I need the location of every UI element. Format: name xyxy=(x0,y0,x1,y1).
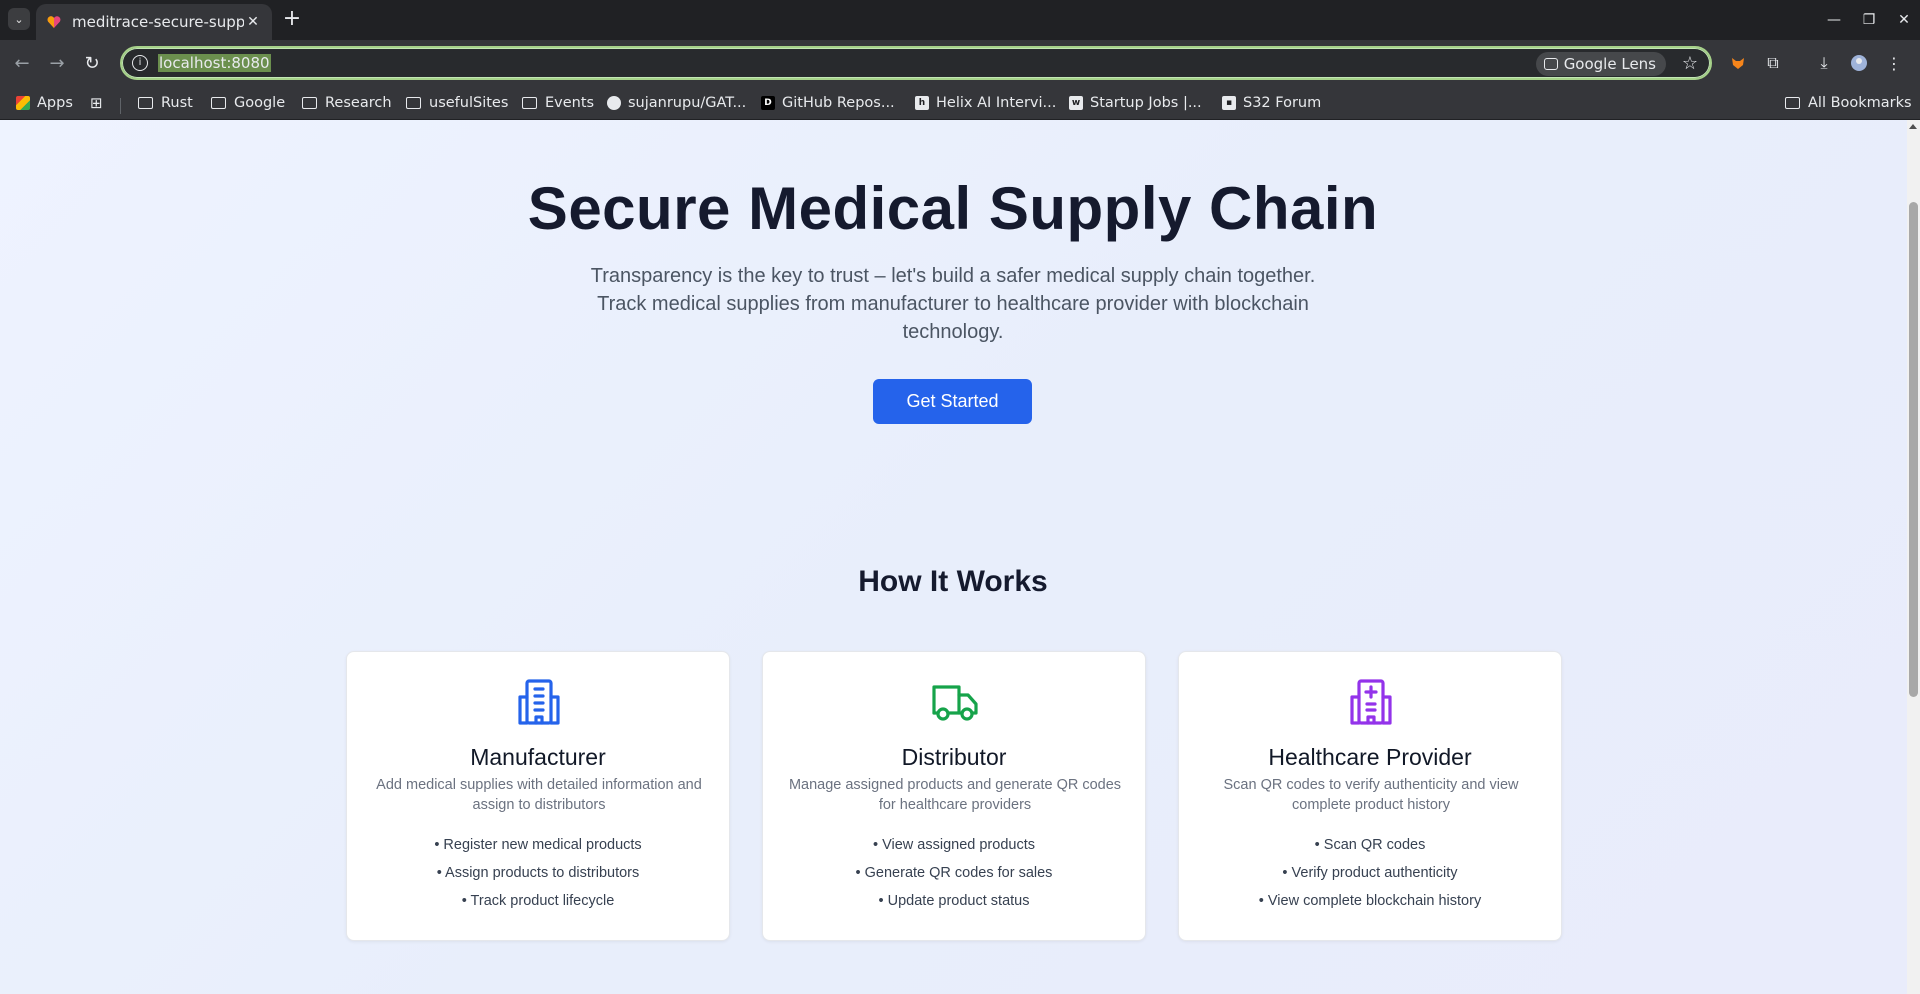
truck-icon xyxy=(932,685,978,721)
bookmark-github-repos[interactable]: D GitHub Repos... xyxy=(761,92,895,114)
bookmark-s32-forum[interactable]: ▪ S32 Forum xyxy=(1222,92,1321,114)
bookmarks-bar: Apps ⊞ Rust Google Research usefulSites … xyxy=(0,86,1920,120)
github-icon xyxy=(607,96,621,110)
list-item: • Verify product authenticity xyxy=(1282,865,1458,881)
tab-search-button[interactable]: ⌄ xyxy=(8,8,30,30)
building-icon xyxy=(518,679,560,725)
how-it-works-title: How It Works xyxy=(858,565,1048,598)
browser-toolbar: ← → ↻ i localhost:8080 Google Lens ☆ ⧉ ⤓… xyxy=(0,40,1920,86)
bookmark-startup-jobs[interactable]: w Startup Jobs |... xyxy=(1069,92,1202,114)
all-bookmarks[interactable]: All Bookmarks xyxy=(1785,92,1912,114)
apps-grid-icon xyxy=(16,96,30,110)
close-window-icon[interactable]: ✕ xyxy=(1888,0,1920,40)
card-distributor: Distributor Manage assigned products and… xyxy=(762,651,1146,941)
tab-strip: ⌄ meditrace-secure-supply ✕ + — ❐ ✕ xyxy=(0,0,1920,40)
bookmark-apps[interactable]: Apps xyxy=(16,92,73,114)
folder-icon xyxy=(211,97,226,109)
menu-kebab-icon[interactable]: ⋮ xyxy=(1880,49,1908,77)
card-healthcare-provider: Healthcare Provider Scan QR codes to ver… xyxy=(1178,651,1562,941)
active-tab[interactable]: meditrace-secure-supply ✕ xyxy=(36,4,272,40)
list-item: • Update product status xyxy=(878,893,1030,909)
list-item: • Generate QR codes for sales xyxy=(855,865,1053,881)
minimize-icon[interactable]: — xyxy=(1818,0,1850,40)
card-description: Add medical supplies with detailed infor… xyxy=(376,777,702,813)
bookmark-google[interactable]: Google xyxy=(211,92,285,114)
s32-icon: ▪ xyxy=(1222,96,1236,110)
tab-groups-icon[interactable]: ⊞ xyxy=(90,92,103,114)
bookmark-usefulsites[interactable]: usefulSites xyxy=(406,92,508,114)
downloads-icon[interactable]: ⤓ xyxy=(1810,49,1838,77)
folder-icon xyxy=(138,97,153,109)
page-viewport: Secure Medical Supply Chain Transparency… xyxy=(0,120,1920,994)
hospital-icon xyxy=(1350,679,1392,725)
site-info-icon[interactable]: i xyxy=(132,55,148,71)
forward-icon[interactable]: → xyxy=(43,49,71,77)
back-icon[interactable]: ← xyxy=(8,49,36,77)
lens-icon xyxy=(1543,58,1558,70)
address-bar[interactable]: i localhost:8080 Google Lens ☆ xyxy=(120,46,1712,80)
list-item: • Scan QR codes xyxy=(1314,837,1426,853)
list-item: • View complete blockchain history xyxy=(1258,893,1482,909)
hero-subtitle: Transparency is the key to trust – let's… xyxy=(590,265,1316,343)
get-started-button[interactable]: Get Started xyxy=(873,379,1032,424)
bookmark-research[interactable]: Research xyxy=(302,92,392,114)
extensions-puzzle-icon[interactable]: ⧉ xyxy=(1759,49,1787,77)
bookmark-helix[interactable]: h Helix AI Intervi... xyxy=(915,92,1056,114)
bookmark-star-icon[interactable]: ☆ xyxy=(1682,53,1698,74)
window-controls: — ❐ ✕ xyxy=(1815,0,1920,40)
card-feature-list: • View assigned products • Generate QR c… xyxy=(763,835,1145,919)
folder-icon xyxy=(302,97,317,109)
tab-favicon-icon xyxy=(47,16,61,28)
bookmark-github-gat[interactable]: sujanrupu/GAT... xyxy=(607,92,746,114)
close-tab-icon[interactable]: ✕ xyxy=(244,14,262,30)
scroll-up-arrow-icon[interactable] xyxy=(1909,124,1917,129)
scrollbar-thumb[interactable] xyxy=(1909,202,1918,697)
folder-icon xyxy=(1785,97,1800,109)
folder-icon xyxy=(522,97,537,109)
card-title: Distributor xyxy=(901,744,1007,770)
extension-fox-icon[interactable] xyxy=(1724,49,1752,77)
new-tab-button[interactable]: + xyxy=(280,6,304,32)
restore-icon[interactable]: ❐ xyxy=(1853,0,1885,40)
wellfound-icon: w xyxy=(1069,96,1083,110)
card-title: Healthcare Provider xyxy=(1268,744,1472,770)
url-text[interactable]: localhost:8080 xyxy=(158,54,271,72)
card-feature-list: • Register new medical products • Assign… xyxy=(347,835,729,919)
google-lens-button[interactable]: Google Lens xyxy=(1535,52,1666,76)
bookmarks-divider xyxy=(120,98,121,114)
bookmark-rust[interactable]: Rust xyxy=(138,92,193,114)
card-title: Manufacturer xyxy=(470,744,606,770)
dev-icon: D xyxy=(761,96,775,110)
tab-title: meditrace-secure-supply xyxy=(72,13,244,31)
folder-icon xyxy=(406,97,421,109)
list-item: • Register new medical products xyxy=(434,837,642,853)
helix-icon: h xyxy=(915,96,929,110)
card-description: Scan QR codes to verify authenticity and… xyxy=(1223,777,1519,813)
page-scrollbar[interactable] xyxy=(1907,120,1920,994)
list-item: • Track product lifecycle xyxy=(461,893,615,909)
card-feature-list: • Scan QR codes • Verify product authent… xyxy=(1179,835,1561,919)
hero-title: Secure Medical Supply Chain xyxy=(527,175,1379,242)
list-item: • Assign products to distributors xyxy=(436,865,640,881)
reload-icon[interactable]: ↻ xyxy=(78,49,106,77)
bookmark-events[interactable]: Events xyxy=(522,92,594,114)
list-item: • View assigned products xyxy=(873,837,1035,853)
google-lens-label: Google Lens xyxy=(1563,55,1656,73)
profile-avatar-icon[interactable] xyxy=(1845,49,1873,77)
card-manufacturer: Manufacturer Add medical supplies with d… xyxy=(346,651,730,941)
card-description: Manage assigned products and generate QR… xyxy=(788,777,1122,813)
